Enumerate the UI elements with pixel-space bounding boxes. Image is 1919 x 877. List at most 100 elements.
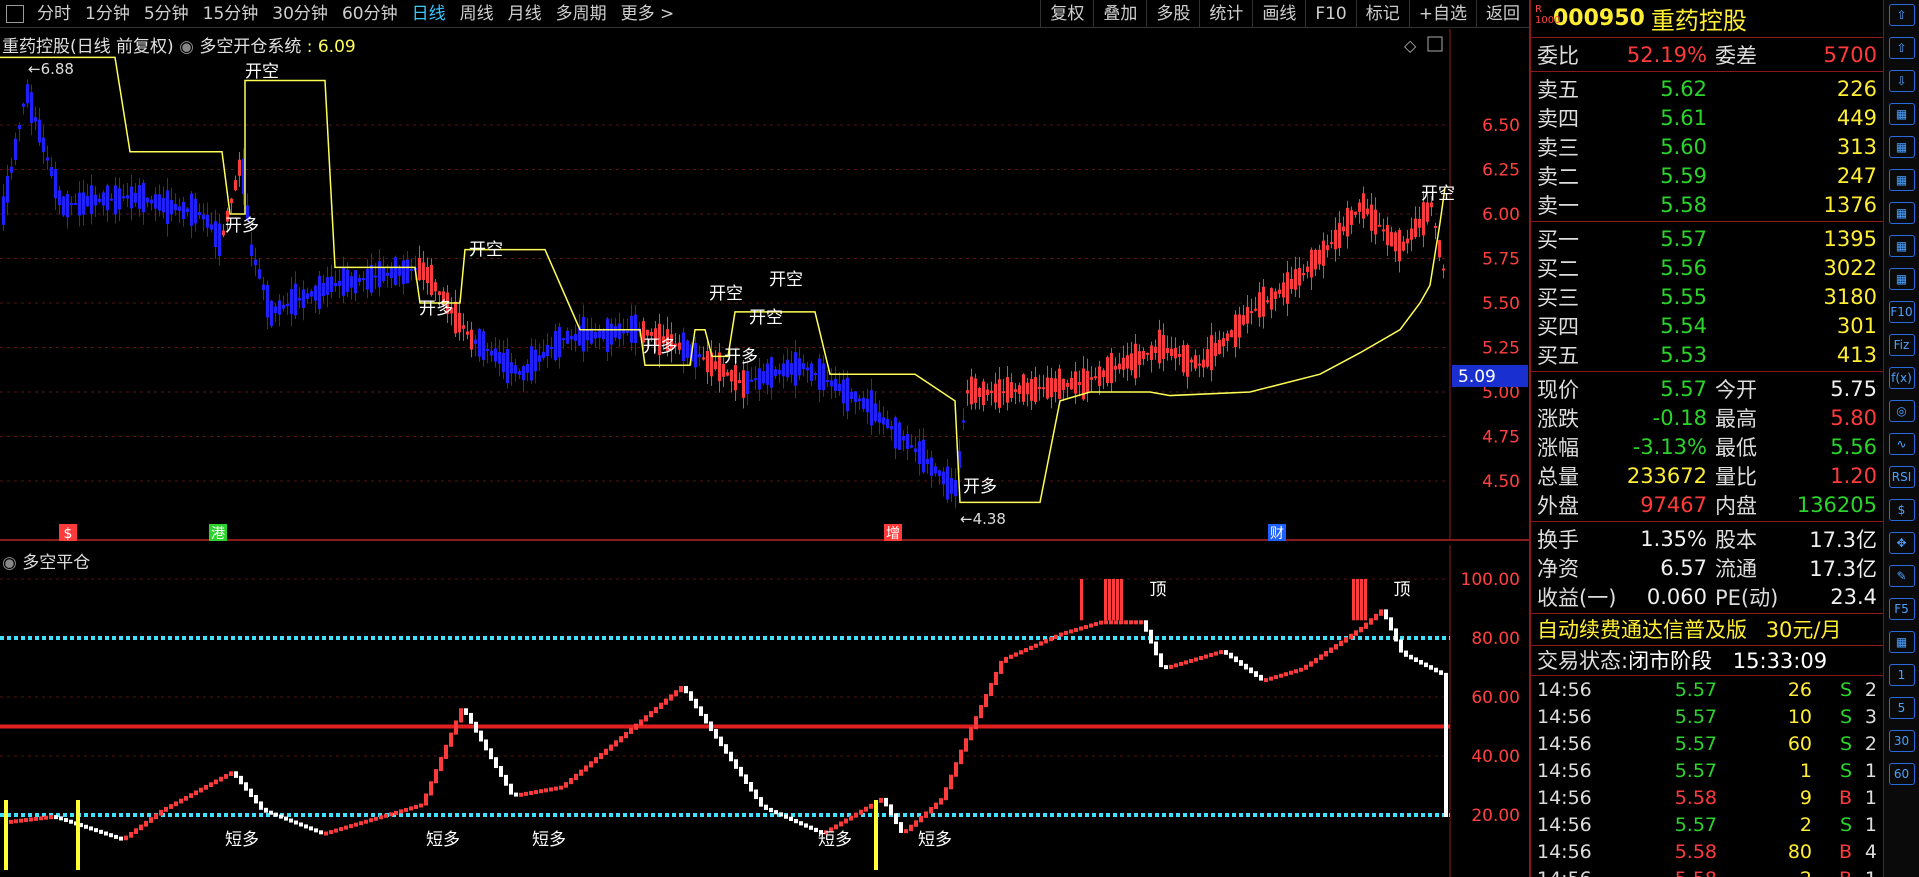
toolbar-button-0[interactable]: 复权 <box>1040 0 1093 28</box>
candle-body <box>870 390 873 426</box>
oscillator-bar <box>499 766 503 777</box>
toolbar-button-5[interactable]: F10 <box>1305 0 1355 28</box>
candle-body <box>1290 278 1293 290</box>
circle-icon[interactable]: ◎ <box>1888 400 1915 422</box>
candle-body <box>202 214 205 220</box>
candle-body <box>554 331 557 361</box>
candle-body <box>1394 232 1397 252</box>
up-arrow-icon[interactable]: ⇧ <box>1888 4 1915 26</box>
candle-body <box>1098 366 1101 386</box>
toolbar-button-3[interactable]: 统计 <box>1199 0 1252 28</box>
oscillator-bar <box>1349 633 1353 640</box>
subscription-ad[interactable]: 自动续费通达信普及版 30元/月 <box>1531 614 1883 646</box>
sub-y-tick: 80.00 <box>1471 629 1520 649</box>
period-tab-4[interactable]: 30分钟 <box>265 0 335 28</box>
chart-icon[interactable]: ▦ <box>1888 169 1915 191</box>
oscillator-bar <box>774 810 778 815</box>
move-icon[interactable]: ✥ <box>1888 532 1915 554</box>
candle-body <box>1230 330 1233 338</box>
oscillator-bar <box>379 815 383 820</box>
candle-body <box>418 257 421 281</box>
chart-icon[interactable]: ▦ <box>1888 235 1915 257</box>
oscillator-bar <box>779 812 783 817</box>
bid-price: 5.53 <box>1660 342 1707 367</box>
candle-body <box>274 306 277 314</box>
sidebar-button-10[interactable]: Fiz <box>1888 334 1915 356</box>
sidebar-button-21[interactable]: 5 <box>1888 697 1915 719</box>
candle-body <box>1334 229 1337 250</box>
oscillator-bar <box>274 812 278 817</box>
main-y-tick: 5.75 <box>1482 250 1520 270</box>
oscillator-bar <box>1229 652 1233 659</box>
sidebar-button-11[interactable]: f(x) <box>1888 367 1915 389</box>
chart-icon[interactable]: ▦ <box>1888 103 1915 125</box>
toolbar-button-2[interactable]: 多股 <box>1146 0 1199 28</box>
oscillator-bar <box>229 771 233 777</box>
oscillator-bar <box>454 720 458 735</box>
sidebar-button-23[interactable]: 60 <box>1888 763 1915 785</box>
sidebar-button-14[interactable]: RSI <box>1888 466 1915 488</box>
dollar-icon[interactable]: $ <box>1888 499 1915 521</box>
main-y-tick: 4.50 <box>1482 472 1520 492</box>
chart-icon[interactable]: ▦ <box>1888 136 1915 158</box>
sidebar-button-20[interactable]: 1 <box>1888 664 1915 686</box>
sidebar-button-22[interactable]: 30 <box>1888 730 1915 752</box>
sidebar-button-9[interactable]: F10 <box>1888 301 1915 323</box>
down-arrow-icon[interactable]: ⇩ <box>1888 70 1915 92</box>
period-tab-6[interactable]: 日线 <box>405 0 453 28</box>
oscillator-bar <box>474 721 478 733</box>
oscillator-bar <box>39 816 43 821</box>
candle-body <box>454 301 457 334</box>
period-tab-7[interactable]: 周线 <box>453 0 501 28</box>
chart-icon[interactable]: ▦ <box>1888 202 1915 224</box>
oscillator-bar <box>519 792 523 797</box>
oscillator-bar <box>419 803 423 808</box>
toolbar-button-4[interactable]: 画线 <box>1252 0 1305 28</box>
candle-body <box>910 445 913 448</box>
oscillator-bar <box>194 790 198 796</box>
wave-icon[interactable]: ∿ <box>1888 433 1915 455</box>
oscillator-bar <box>864 806 868 812</box>
candle-body <box>586 329 589 341</box>
oscillator-bar <box>259 801 263 810</box>
candle-body <box>1046 377 1049 399</box>
candle-body <box>694 342 697 368</box>
period-tab-9[interactable]: 多周期 <box>549 0 614 28</box>
candle-body <box>518 371 521 375</box>
toggle-panel-icon[interactable] <box>6 4 24 23</box>
candle-body <box>1126 355 1129 369</box>
period-tab-5[interactable]: 60分钟 <box>335 0 405 28</box>
tick-volume: 2 <box>1717 868 1812 877</box>
main-y-tick: 6.50 <box>1482 116 1520 136</box>
candle-body <box>74 202 77 205</box>
oscillator-chart[interactable]: 100.00 80.00 60.00 40.00 20.00 短多 短多 短多 短多 短多 顶 顶 ◉… <box>0 545 1529 877</box>
toolbar-button-7[interactable]: +自选 <box>1408 0 1476 28</box>
period-tab-0[interactable]: 分时 <box>30 0 78 28</box>
ask-volume: 247 <box>1836 163 1877 188</box>
tick-list[interactable]: 14:56 5.57 26 S 2 14:56 5.57 10 S 3 14:56 5.57 60 S 2 1… <box>1531 676 1883 877</box>
period-tab-3[interactable]: 15分钟 <box>196 0 266 28</box>
toolbar-button-1[interactable]: 叠加 <box>1093 0 1146 28</box>
period-tab-1[interactable]: 1分钟 <box>78 0 137 28</box>
oscillator-bar <box>1304 664 1308 670</box>
period-tab-2[interactable]: 5分钟 <box>137 0 196 28</box>
chart-icon[interactable]: ▦ <box>1888 631 1915 653</box>
candle-body <box>1158 329 1161 364</box>
sidebar-button-18[interactable]: F5 <box>1888 598 1915 620</box>
toolbar-button-6[interactable]: 标记 <box>1355 0 1409 28</box>
period-tab-8[interactable]: 月线 <box>501 0 549 28</box>
up-arrow-icon[interactable]: ⇧ <box>1888 37 1915 59</box>
chart-icon[interactable]: ▦ <box>1888 268 1915 290</box>
oscillator-bar <box>1384 609 1388 620</box>
pen-icon[interactable]: ✎ <box>1888 565 1915 587</box>
oscillator-bar <box>1359 626 1363 633</box>
candle-body <box>1182 345 1185 373</box>
oscillator-bar <box>374 816 378 821</box>
period-tab-10[interactable]: 更多 > <box>614 0 682 28</box>
kline-chart[interactable]: 6.50 6.25 6.00 5.75 5.50 5.25 5.00 4.75 4.50 5.09… <box>0 29 1529 541</box>
candle-body <box>1406 238 1409 244</box>
oscillator-bar <box>584 765 588 772</box>
candle-body <box>1018 385 1021 394</box>
toolbar-button-8[interactable]: 返回 <box>1476 0 1529 28</box>
candle-body <box>1174 348 1177 359</box>
